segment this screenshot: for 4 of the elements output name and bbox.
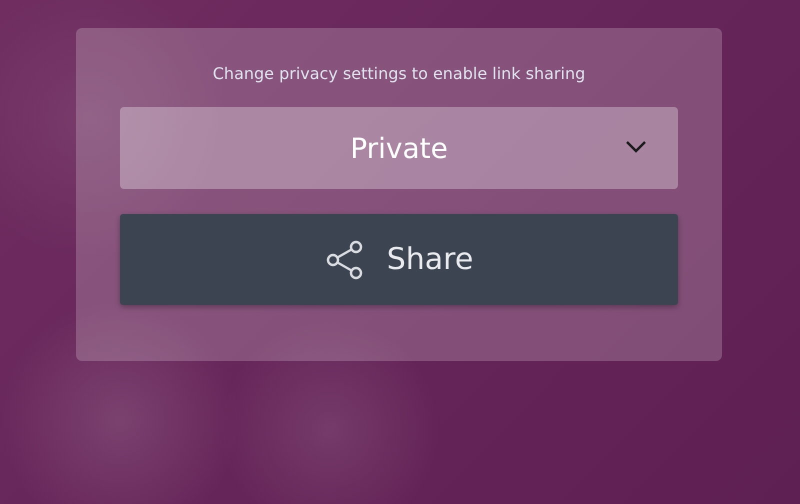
chevron-down-icon [624, 139, 648, 155]
privacy-message: Change privacy settings to enable link sharing [212, 64, 586, 83]
share-button[interactable]: Share [120, 214, 678, 305]
share-icon [324, 240, 365, 280]
